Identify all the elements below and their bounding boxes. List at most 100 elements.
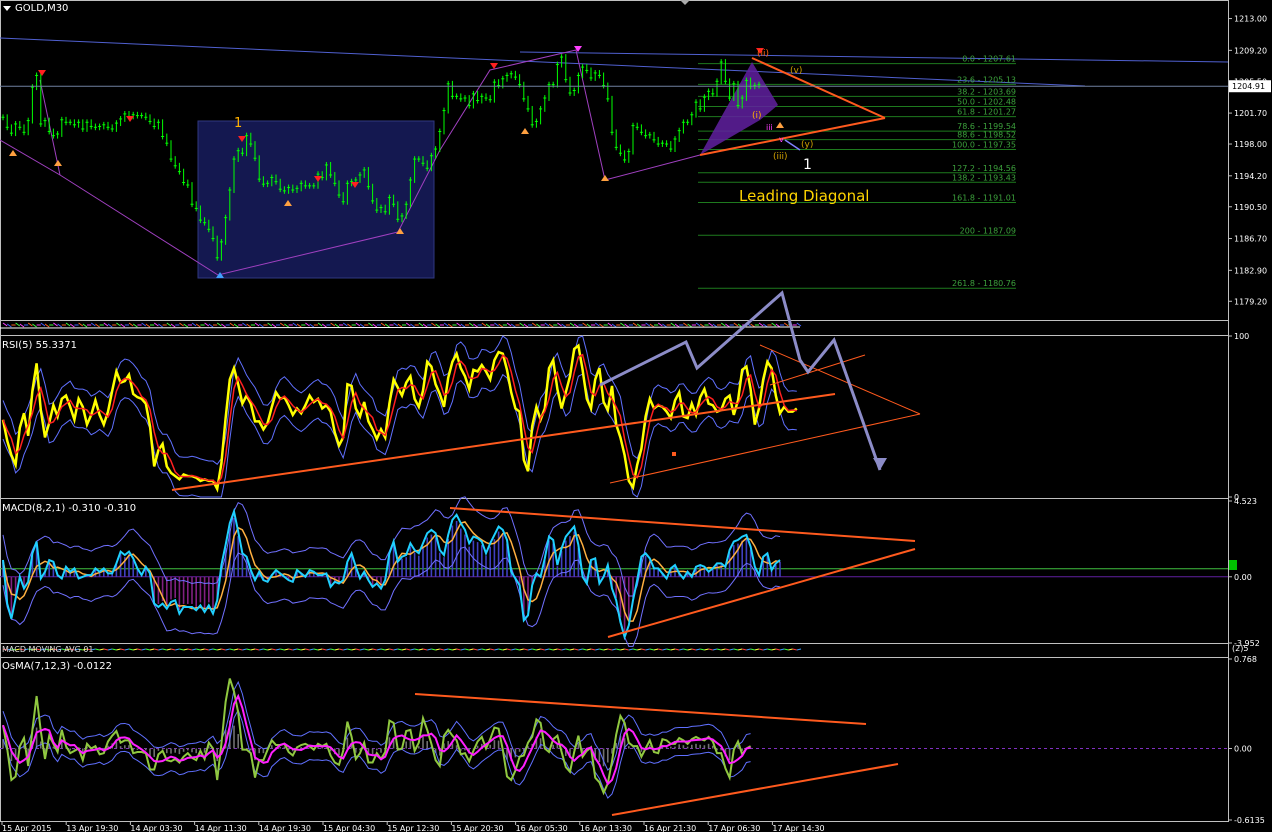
mini-strip-segment (393, 322, 399, 327)
mini-strip-segment (132, 323, 138, 328)
osma-support-line (611, 763, 899, 816)
x-tick-label: 14 Apr 11:30 (195, 824, 247, 832)
mini-strip-segment (490, 648, 495, 651)
mini-strip-segment (540, 648, 545, 651)
mini-strip-segment (141, 648, 146, 651)
mini-strip-segment (435, 323, 441, 328)
mini-strip-segment (616, 648, 621, 651)
y-tick-label: 0.00 (1234, 573, 1252, 582)
wave-i-label: (i) (752, 111, 762, 121)
macd-value-tag (1229, 560, 1237, 570)
mini-strip-segment (347, 323, 352, 328)
mini-strip-segment (359, 648, 365, 651)
mini-strip-segment (473, 323, 478, 328)
y-tick-label: 1179.20 (1234, 297, 1267, 306)
mini-strip-segment (280, 648, 285, 651)
y-tick-label: 0.768 (1234, 655, 1257, 664)
mini-strip-segment (662, 323, 667, 328)
wave-ii-label: (ii) (757, 49, 770, 59)
mini-strip-segment (536, 323, 541, 328)
fib-level-label: 50.0 - 1202.48 (957, 98, 1016, 107)
mini-strip-segment (674, 323, 680, 328)
mini-strip-segment (565, 648, 571, 651)
macd-mini-label: MACD MOVING AVG 01 (2, 645, 94, 654)
leading-diagonal-label: Leading Diagonal (739, 187, 870, 205)
box-wave-label: 1 (234, 116, 243, 131)
mini-strip-segment (170, 323, 176, 328)
mini-strip-segment (704, 648, 709, 651)
mini-strip-segment (191, 322, 197, 327)
mini-strip-segment (330, 648, 335, 651)
mini-strip-segment (195, 323, 201, 328)
mini-strip-segment (44, 323, 50, 328)
collapse-arrow-icon[interactable] (3, 5, 11, 11)
mini-strip-segment (322, 648, 327, 651)
mini-strip-segment (170, 648, 176, 651)
mini-strip-segment (439, 648, 445, 651)
mini-strip-segment (687, 648, 692, 651)
mini-strip-segment (305, 648, 310, 651)
mini-strip-segment (158, 648, 163, 651)
mini-strip-segment (557, 322, 562, 327)
mini-strip-segment (662, 648, 667, 651)
osma-resistance-line (414, 693, 867, 725)
mini-strip-segment (196, 648, 201, 651)
mini-strip-segment (326, 648, 331, 651)
mini-strip-segment (515, 648, 520, 651)
mini-strip-segment (561, 323, 567, 328)
mini-strip-segment (532, 648, 537, 651)
fib-level-label: 161.8 - 1191.01 (952, 193, 1016, 202)
symbol-title: GOLD,M30 (15, 3, 69, 14)
mini-strip-segment (431, 322, 436, 327)
mini-strip-segment (330, 322, 336, 327)
mini-strip-line (0, 326, 801, 329)
mini-strip-segment (254, 322, 260, 327)
mini-strip-segment (40, 322, 46, 327)
macd-mini-strip (2, 648, 802, 651)
mini-strip-segment (561, 648, 566, 651)
mini-strip-segment (406, 648, 411, 651)
mini-strip-segment (204, 322, 210, 327)
macd-line (2, 507, 781, 641)
mini-strip-segment (679, 648, 684, 651)
mini-strip-segment (250, 648, 256, 651)
mini-strip-segment (317, 648, 323, 651)
mini-strip-segment (624, 323, 630, 328)
mini-strip-segment (296, 323, 302, 328)
mini-strip-segment (418, 322, 424, 327)
mini-strip-segment (754, 648, 760, 651)
mini-strip-segment (721, 648, 726, 651)
mini-strip-segment (733, 322, 739, 327)
mini-strip-segment (179, 322, 184, 327)
osma-pane (0, 678, 1228, 816)
mini-strip-segment (494, 322, 499, 327)
mini-strip-segment (338, 648, 344, 651)
mini-strip-segment (784, 648, 789, 651)
mini-strip-segment (720, 322, 726, 327)
mini-strip-segment (217, 648, 222, 651)
x-tick-label: 16 Apr 13:30 (580, 824, 632, 832)
mini-strip-segment (200, 648, 205, 651)
y-tick-label: 1190.50 (1234, 203, 1267, 212)
fib-level-label: 200 - 1187.09 (960, 226, 1016, 235)
mini-strip-segment (699, 323, 705, 328)
mini-strip-segment (447, 323, 453, 328)
mini-strip-segment (477, 648, 482, 651)
fib-level-label: 261.8 - 1180.76 (952, 279, 1016, 288)
mini-strip-segment (670, 322, 676, 327)
macd-band-lower (2, 546, 781, 647)
mini-strip-segment (485, 323, 491, 328)
y-tick-label: 100 (1234, 332, 1249, 341)
mini-strip-segment (305, 322, 310, 327)
mini-strip-segment (586, 648, 592, 651)
x-tick-label: 16 Apr 05:30 (516, 824, 568, 832)
fractal-down-arrow-icon (38, 70, 46, 76)
mini-strip-segment (594, 322, 600, 327)
mini-strip-segment (364, 648, 369, 651)
mini-strip-segment (695, 322, 701, 327)
mini-strip-segment (771, 322, 777, 327)
mini-strip-segment (145, 648, 151, 651)
mini-strip-segment (763, 648, 768, 651)
mini-strip-segment (636, 323, 642, 328)
mini-strip-segment (700, 648, 705, 651)
